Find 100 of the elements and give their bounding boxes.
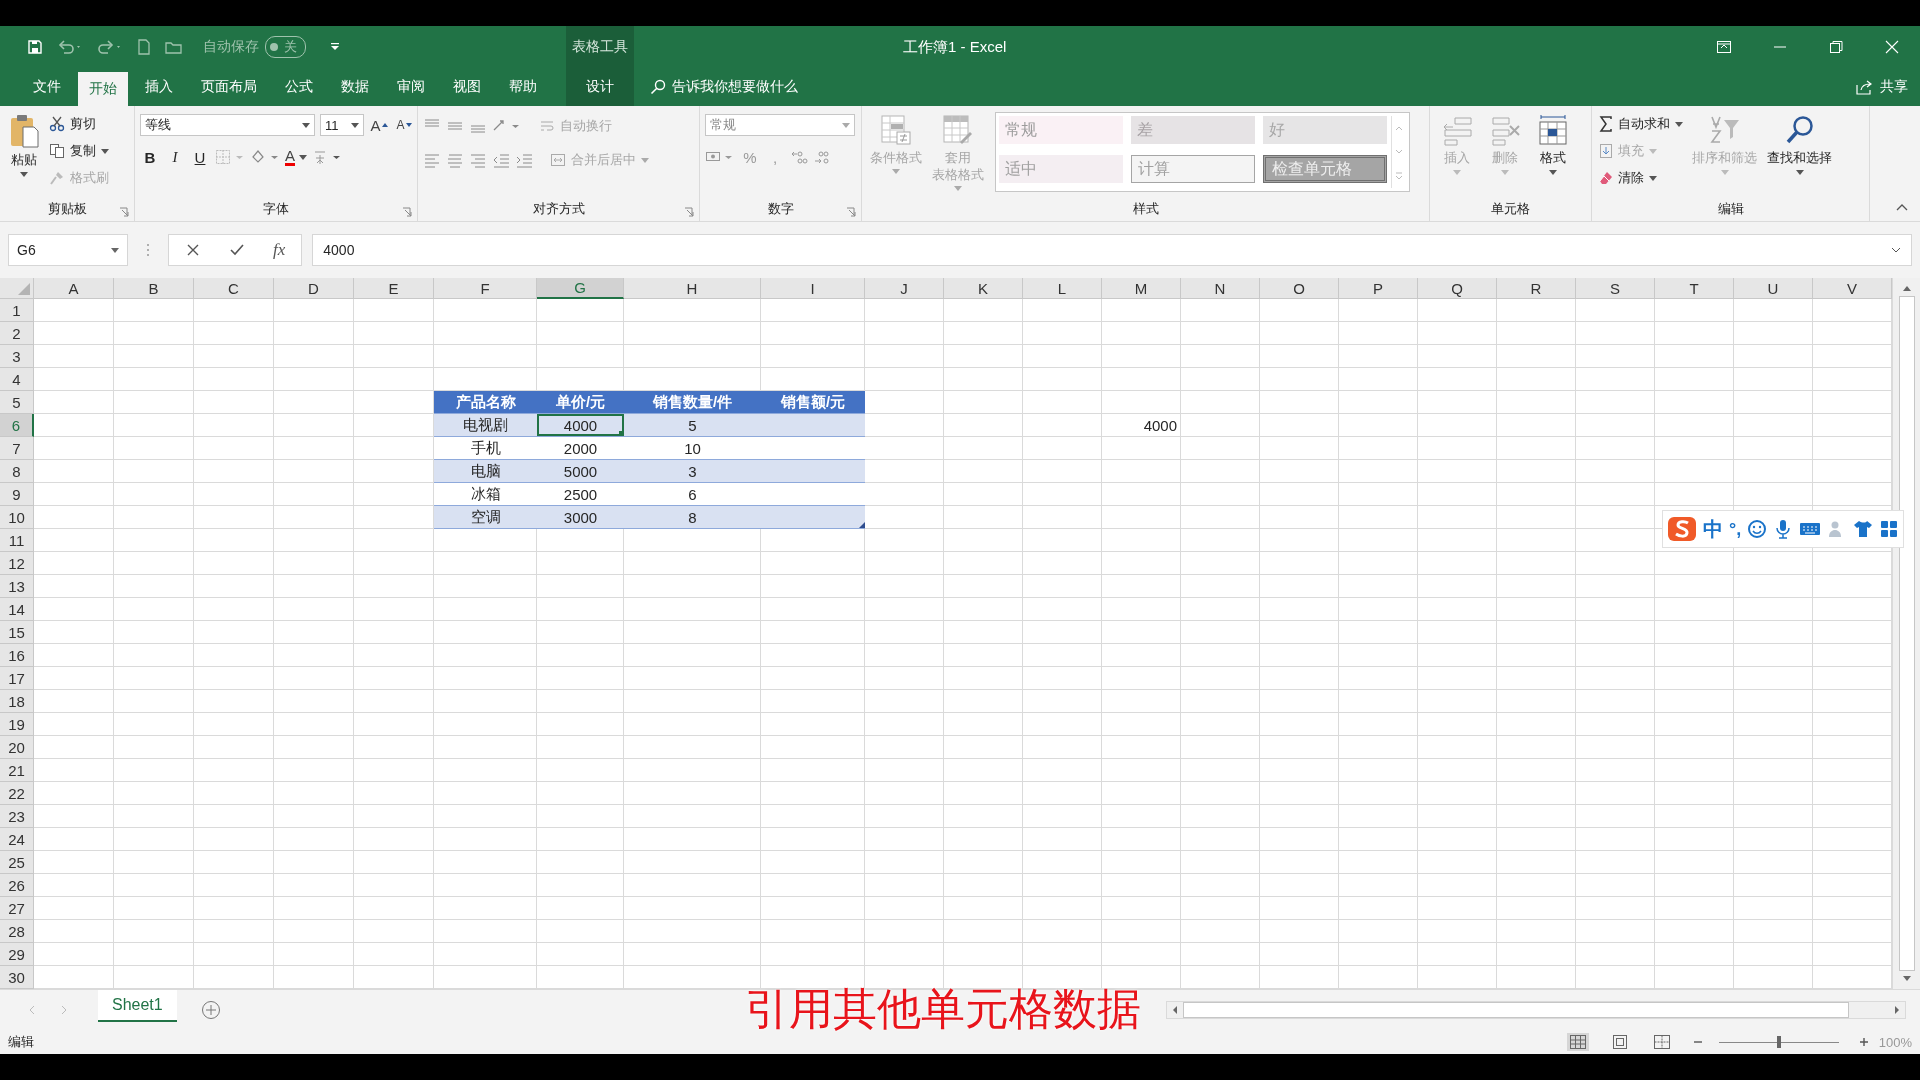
- row-header[interactable]: 5: [0, 391, 34, 414]
- grid-menu-icon[interactable]: [1879, 519, 1900, 539]
- row-header[interactable]: 25: [0, 851, 34, 874]
- row-header[interactable]: 22: [0, 782, 34, 805]
- format-button[interactable]: U: [190, 146, 210, 168]
- zoom-in-icon[interactable]: [1858, 1037, 1869, 1047]
- paste-button[interactable]: 粘贴: [5, 112, 43, 179]
- column-header[interactable]: N: [1181, 278, 1260, 299]
- logo-icon[interactable]: [1667, 515, 1697, 543]
- horizontal-align-icon[interactable]: [469, 152, 487, 168]
- ribbon-tab[interactable]: 公式: [274, 68, 324, 106]
- editing-button[interactable]: 自动求和: [1597, 112, 1685, 136]
- row-header[interactable]: 26: [0, 874, 34, 897]
- next-sheet-icon[interactable]: [60, 1005, 68, 1015]
- decrease-indent-icon[interactable]: [492, 152, 510, 168]
- row-header[interactable]: 24: [0, 828, 34, 851]
- ribbon-tab[interactable]: 插入: [134, 68, 184, 106]
- zoom-thumb[interactable]: [1776, 1036, 1781, 1048]
- fill-color-icon[interactable]: [250, 149, 280, 165]
- row-header[interactable]: 30: [0, 966, 34, 989]
- scroll-down-icon[interactable]: [1901, 975, 1912, 983]
- column-header[interactable]: K: [944, 278, 1023, 299]
- select-all-corner[interactable]: [0, 278, 34, 299]
- row-header[interactable]: 1: [0, 299, 34, 322]
- row-header[interactable]: 29: [0, 943, 34, 966]
- row-header[interactable]: 16: [0, 644, 34, 667]
- drag-handle-icon[interactable]: [146, 243, 150, 257]
- tell-me-search[interactable]: 告诉我你想要做什么: [650, 78, 798, 96]
- column-header[interactable]: J: [865, 278, 944, 299]
- keyboard-icon[interactable]: [1799, 521, 1822, 537]
- previous-sheet-icon[interactable]: [28, 1005, 36, 1015]
- column-header[interactable]: S: [1576, 278, 1655, 299]
- horizontal-align-icon[interactable]: [446, 152, 464, 168]
- row-header[interactable]: 2: [0, 322, 34, 345]
- ribbon-tab[interactable]: 页面布局: [190, 68, 268, 106]
- ribbon-tab[interactable]: 视图: [442, 68, 492, 106]
- grow-font-button[interactable]: A: [369, 114, 389, 136]
- font-color-button[interactable]: A: [285, 146, 307, 168]
- vertical-scrollbar[interactable]: [1892, 278, 1920, 989]
- enter-icon[interactable]: [229, 242, 245, 258]
- row-header[interactable]: 12: [0, 552, 34, 575]
- folder-icon[interactable]: [165, 39, 183, 55]
- name-box[interactable]: G6: [8, 234, 128, 266]
- horizontal-scrollbar[interactable]: [1166, 1001, 1906, 1019]
- column-header[interactable]: I: [761, 278, 865, 299]
- row-header[interactable]: 19: [0, 713, 34, 736]
- ribbon-tab[interactable]: 审阅: [386, 68, 436, 106]
- row-header[interactable]: 13: [0, 575, 34, 598]
- row-header[interactable]: 27: [0, 897, 34, 920]
- shirt-icon[interactable]: [1853, 519, 1874, 539]
- column-header[interactable]: O: [1260, 278, 1339, 299]
- column-header[interactable]: V: [1813, 278, 1892, 299]
- dialog-launcher-icon[interactable]: [684, 207, 694, 217]
- restore-icon[interactable]: [1828, 39, 1844, 55]
- column-header[interactable]: T: [1655, 278, 1734, 299]
- dialog-launcher-icon[interactable]: [402, 207, 412, 217]
- row-header[interactable]: 11: [0, 529, 34, 552]
- number-format-field[interactable]: 常规: [705, 114, 855, 136]
- row-header[interactable]: 23: [0, 805, 34, 828]
- redo-icon[interactable]: [97, 39, 123, 55]
- column-header[interactable]: Q: [1418, 278, 1497, 299]
- resize-handle-icon[interactable]: [859, 522, 865, 528]
- ribbon-tab[interactable]: 文件: [22, 68, 72, 106]
- row-header[interactable]: 15: [0, 621, 34, 644]
- add-sheet-icon[interactable]: [200, 1000, 221, 1020]
- format-button[interactable]: B: [140, 146, 160, 168]
- row-header[interactable]: 28: [0, 920, 34, 943]
- ribbon-tab[interactable]: 帮助: [498, 68, 548, 106]
- column-header[interactable]: M: [1102, 278, 1181, 299]
- clipboard-button[interactable]: 复制: [47, 139, 111, 163]
- font-size-field[interactable]: 11: [320, 114, 364, 136]
- column-header[interactable]: C: [194, 278, 274, 299]
- close-icon[interactable]: [1884, 39, 1900, 55]
- ribbon-tab[interactable]: 设计: [566, 68, 634, 106]
- row-header[interactable]: 8: [0, 460, 34, 483]
- row-header[interactable]: 9: [0, 483, 34, 506]
- row-header[interactable]: 17: [0, 667, 34, 690]
- row-header[interactable]: 21: [0, 759, 34, 782]
- clipboard-button[interactable]: 剪切: [47, 112, 111, 136]
- column-header[interactable]: U: [1734, 278, 1813, 299]
- undo-icon[interactable]: [57, 39, 83, 55]
- normal-view-icon[interactable]: [1566, 1033, 1589, 1051]
- column-header[interactable]: P: [1339, 278, 1418, 299]
- row-header[interactable]: 7: [0, 437, 34, 460]
- insert-function-button[interactable]: fx: [273, 240, 286, 260]
- row-header[interactable]: 10: [0, 506, 34, 529]
- share-button[interactable]: 共享: [1856, 78, 1908, 96]
- column-header[interactable]: H: [624, 278, 761, 299]
- customize-caret-icon[interactable]: [330, 42, 340, 52]
- font-name-field[interactable]: 等线: [140, 114, 315, 136]
- sheet-tab[interactable]: Sheet1: [98, 990, 177, 1022]
- formula-input[interactable]: 4000: [312, 234, 1912, 266]
- ribbon-display-icon[interactable]: [1716, 39, 1732, 55]
- scroll-right-icon[interactable]: [1893, 1005, 1901, 1015]
- column-header[interactable]: B: [114, 278, 194, 299]
- column-header[interactable]: A: [34, 278, 114, 299]
- format-button[interactable]: I: [165, 146, 185, 168]
- scroll-thumb[interactable]: [1183, 1002, 1849, 1018]
- column-header[interactable]: G: [537, 278, 624, 299]
- border-icon[interactable]: [215, 149, 245, 165]
